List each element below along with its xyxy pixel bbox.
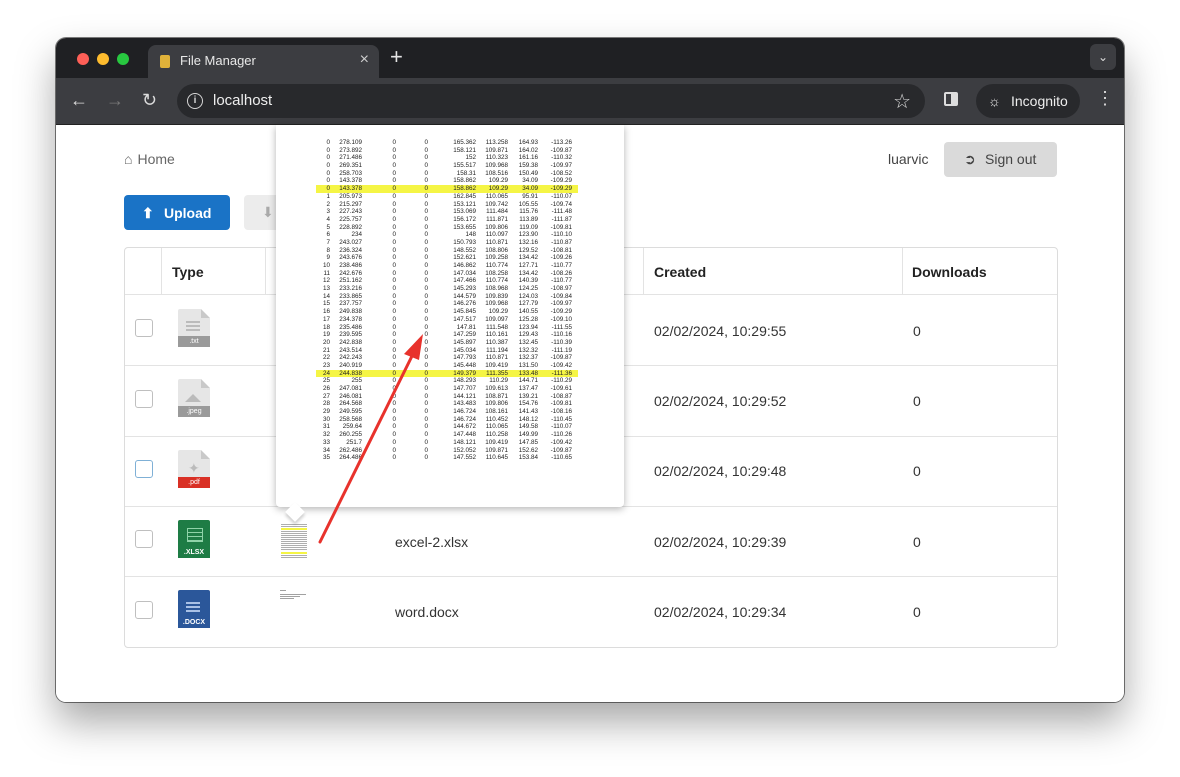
- browser-window: File Manager × + ⌄ ← → ↻ i localhost ☆ ☼…: [56, 38, 1124, 702]
- annotation-arrow: [318, 334, 423, 544]
